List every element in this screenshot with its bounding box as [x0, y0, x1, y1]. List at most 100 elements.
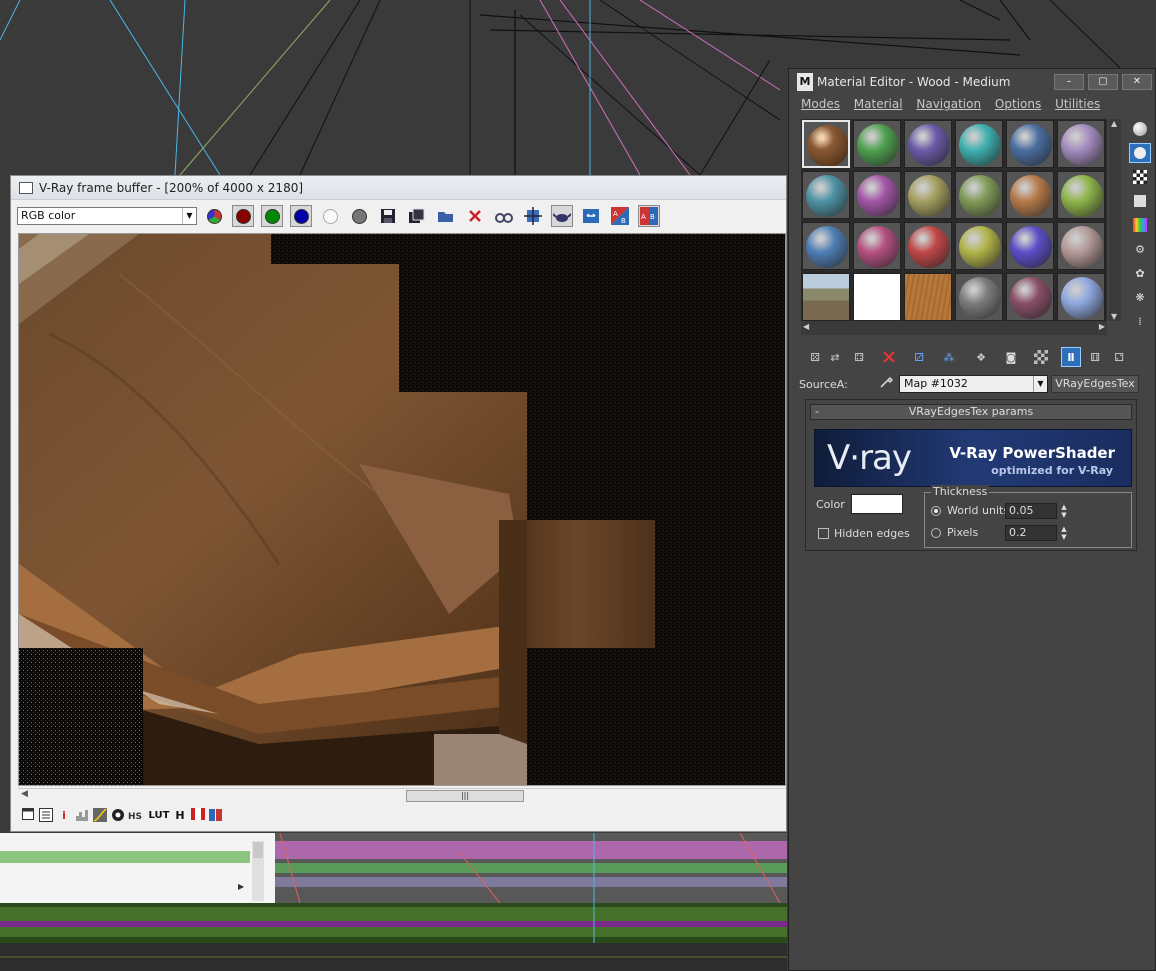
material-slot[interactable]: [904, 120, 952, 168]
put-to-library-button[interactable]: ❖: [971, 347, 991, 367]
select-by-material-button[interactable]: ❋: [1129, 287, 1151, 307]
scroll-left-icon[interactable]: ◀: [21, 789, 28, 799]
vray-frame-buffer-window[interactable]: V-Ray frame buffer - [200% of 4000 x 218…: [10, 175, 787, 832]
material-slot[interactable]: [1006, 171, 1054, 219]
sample-uv-tiling-button[interactable]: [1129, 191, 1151, 211]
get-material-button[interactable]: ⚄: [805, 347, 825, 367]
material-slot[interactable]: [955, 171, 1003, 219]
exposure-button[interactable]: [110, 808, 126, 824]
make-unique-button[interactable]: ⁂: [939, 347, 959, 367]
material-id-channel-button[interactable]: ◙: [1001, 347, 1021, 367]
show-shaded-material-button[interactable]: [1031, 347, 1051, 367]
info-button[interactable]: i: [56, 808, 72, 824]
material-slot[interactable]: [1057, 273, 1105, 321]
chevron-down-icon[interactable]: ▼: [1033, 376, 1047, 392]
material-slot[interactable]: [904, 273, 952, 321]
sample-type-button[interactable]: [1129, 119, 1151, 139]
close-button[interactable]: ✕: [1122, 74, 1152, 90]
alpha-channel-button[interactable]: [319, 205, 341, 227]
menu-options[interactable]: Options: [995, 97, 1041, 111]
swap-ab-button[interactable]: AB: [609, 205, 631, 227]
region-render-button[interactable]: [522, 205, 544, 227]
material-slot[interactable]: [955, 273, 1003, 321]
material-slot[interactable]: [853, 171, 901, 219]
compare-bottom-button[interactable]: [208, 808, 224, 824]
material-slot[interactable]: [853, 222, 901, 270]
menu-material[interactable]: Material: [854, 97, 903, 111]
assign-to-selection-button[interactable]: ⚃: [849, 347, 869, 367]
make-copy-button[interactable]: ⚂: [909, 347, 929, 367]
color-swatch[interactable]: [851, 494, 903, 514]
render-horizontal-scrollbar[interactable]: ◀ |||: [18, 788, 786, 802]
slots-vertical-scrollbar[interactable]: ▲ ▼: [1109, 119, 1121, 321]
levels-button[interactable]: [74, 808, 90, 824]
material-slot[interactable]: [853, 273, 901, 321]
maximize-button[interactable]: ▢: [1088, 74, 1118, 90]
material-slot[interactable]: [1006, 273, 1054, 321]
history-button[interactable]: [38, 808, 54, 824]
menu-utilities[interactable]: Utilities: [1055, 97, 1100, 111]
rollout-header[interactable]: - VRayEdgesTex params: [810, 404, 1132, 420]
flag-button[interactable]: [190, 808, 206, 824]
map-type-button[interactable]: VRayEdgesTex: [1051, 375, 1139, 393]
video-color-check-button[interactable]: [1129, 215, 1151, 235]
rgb-channels-button[interactable]: [203, 205, 225, 227]
material-slot[interactable]: [853, 120, 901, 168]
reset-map-button[interactable]: [879, 347, 899, 367]
hsl-button[interactable]: HS: [128, 808, 144, 824]
collapse-icon[interactable]: -: [815, 405, 819, 419]
world-units-radio[interactable]: [931, 506, 941, 516]
world-units-spinner[interactable]: ▲ ▼: [1059, 503, 1069, 519]
material-slot[interactable]: [1006, 222, 1054, 270]
options-button[interactable]: ✿: [1129, 263, 1151, 283]
render-canvas[interactable]: [18, 233, 786, 786]
show-corrections-button[interactable]: [20, 808, 36, 824]
material-slot[interactable]: [802, 120, 850, 168]
material-slot[interactable]: [1057, 171, 1105, 219]
save-image-button[interactable]: [377, 205, 399, 227]
pixels-radio[interactable]: [931, 528, 941, 538]
eyedropper-icon[interactable]: [879, 375, 895, 393]
background-button[interactable]: [1129, 167, 1151, 187]
menu-modes[interactable]: Modes: [801, 97, 840, 111]
make-preview-button[interactable]: ⚙: [1129, 239, 1151, 259]
material-slot[interactable]: [802, 222, 850, 270]
material-slot[interactable]: [904, 171, 952, 219]
material-slot[interactable]: [1057, 222, 1105, 270]
red-channel-button[interactable]: [232, 205, 254, 227]
channel-select[interactable]: RGB color ▼: [17, 207, 197, 225]
curves-button[interactable]: [92, 808, 108, 824]
pixels-input[interactable]: 0.2: [1005, 525, 1057, 541]
world-units-input[interactable]: 0.05: [1005, 503, 1057, 519]
clear-image-button[interactable]: [464, 205, 486, 227]
show-end-result-button[interactable]: Ⅱ: [1061, 347, 1081, 367]
ocio-button[interactable]: H: [172, 808, 188, 824]
slots-horizontal-scrollbar[interactable]: ◀ ▶: [801, 321, 1107, 335]
go-to-parent-button[interactable]: ⚅: [1085, 347, 1105, 367]
material-editor-title-bar[interactable]: M Material Editor - Wood - Medium – ▢ ✕: [789, 69, 1155, 95]
render-last-button[interactable]: [551, 205, 573, 227]
go-forward-to-sibling-button[interactable]: ⚁: [1109, 347, 1129, 367]
hidden-edges-checkbox[interactable]: [818, 528, 829, 539]
frame-compare-button[interactable]: [580, 205, 602, 227]
scroll-left-icon[interactable]: ◀: [803, 322, 809, 331]
vfb-title-bar[interactable]: V-Ray frame buffer - [200% of 4000 x 218…: [11, 176, 786, 200]
material-slot[interactable]: [904, 222, 952, 270]
lut-button[interactable]: LUT: [148, 808, 170, 824]
ab-vertical-button[interactable]: AB: [638, 205, 660, 227]
save-all-button[interactable]: [406, 205, 428, 227]
chevron-down-icon[interactable]: ▼: [182, 208, 196, 224]
mono-button[interactable]: [348, 205, 370, 227]
material-slot[interactable]: [802, 273, 850, 321]
material-slot[interactable]: [1006, 120, 1054, 168]
material-slot[interactable]: [955, 120, 1003, 168]
scroll-up-icon[interactable]: ▲: [1111, 119, 1117, 128]
material-slot[interactable]: [1057, 120, 1105, 168]
green-channel-button[interactable]: [261, 205, 283, 227]
blue-channel-button[interactable]: [290, 205, 312, 227]
backlight-button[interactable]: [1129, 143, 1151, 163]
track-mouse-button[interactable]: [493, 205, 515, 227]
scroll-down-icon[interactable]: ▼: [1111, 312, 1117, 321]
material-slot[interactable]: [955, 222, 1003, 270]
scroll-right-icon[interactable]: ▶: [1099, 322, 1105, 331]
